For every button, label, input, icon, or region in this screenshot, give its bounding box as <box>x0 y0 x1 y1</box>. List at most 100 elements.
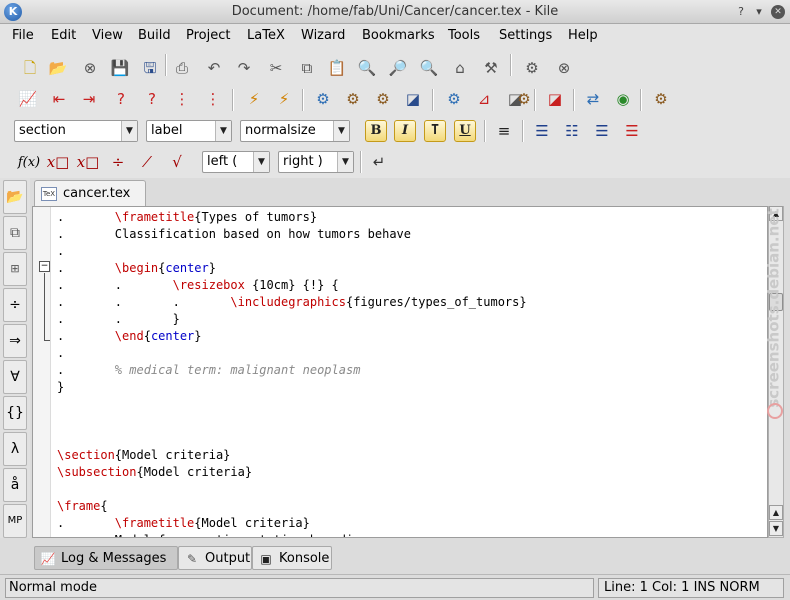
undo-icon[interactable]: ↶ <box>203 57 225 79</box>
right-delimiter-combo[interactable]: right ) ▼ <box>278 151 354 173</box>
open-files-icon[interactable]: ⧉ <box>3 216 27 250</box>
newline-icon[interactable]: ↵ <box>368 151 390 173</box>
ps-icon[interactable]: ⚙ <box>443 88 465 110</box>
paste-icon[interactable]: 📋 <box>326 57 348 79</box>
code-line[interactable]: . Model for somatic mutation breeding ca… <box>57 532 527 537</box>
view-dvi-icon[interactable]: ◪ <box>402 88 424 110</box>
code-line[interactable]: \subsection{Model criteria} <box>57 464 527 481</box>
tools-icon[interactable]: ⚒ <box>480 57 502 79</box>
chart-icon[interactable]: 📈 <box>17 88 39 110</box>
open-file-icon[interactable]: 📂 <box>47 57 69 79</box>
code-line[interactable]: . . \resizebox {10cm} {!} { <box>57 277 527 294</box>
structure-icon[interactable]: ⌂ <box>449 57 471 79</box>
code-line[interactable]: . <box>57 345 527 362</box>
menu-bookmarks[interactable]: Bookmarks <box>362 28 435 43</box>
convert-icon[interactable]: ⚙ <box>513 88 535 110</box>
item-icon[interactable]: ☰ <box>621 120 643 142</box>
menu-file[interactable]: File <box>12 28 34 43</box>
bold-button[interactable]: B <box>365 120 387 142</box>
scroll-down-icon[interactable]: ▼ <box>769 521 783 536</box>
latex-icon[interactable]: ⚙ <box>312 88 334 110</box>
section-combo[interactable]: section ▼ <box>14 120 138 142</box>
special-chars-icon[interactable]: å <box>3 468 27 502</box>
code-line[interactable] <box>57 396 527 413</box>
dvi-icon[interactable]: ⚙ <box>372 88 394 110</box>
close-window-button[interactable]: ✕ <box>771 5 785 19</box>
metapost-icon[interactable]: MP <box>3 504 27 538</box>
next-badbox-icon[interactable]: ⋮ <box>202 88 224 110</box>
code-line[interactable]: } <box>57 379 527 396</box>
tab-konsole[interactable]: ▣ Konsole <box>252 546 332 570</box>
code-line[interactable]: . \begin{center} <box>57 260 527 277</box>
cut-icon[interactable]: ✂ <box>265 57 287 79</box>
editor-scrollbar[interactable]: ▲ ▲ ▼ <box>768 206 784 538</box>
superscript-icon[interactable]: x□ <box>47 151 70 173</box>
arrows-icon[interactable]: ⇒ <box>3 324 27 358</box>
menu-latex[interactable]: LaTeX <box>247 28 285 43</box>
next-warning-icon[interactable]: ? <box>141 88 163 110</box>
fold-toggle-icon[interactable]: − <box>39 261 50 272</box>
code-line[interactable]: . \frametitle{Types of tumors} <box>57 209 527 226</box>
code-line[interactable]: . \frametitle{Model criteria} <box>57 515 527 532</box>
menu-settings[interactable]: Settings <box>499 28 552 43</box>
file-browser-icon[interactable]: 📂 <box>3 180 27 214</box>
size-combo[interactable]: normalsize ▼ <box>240 120 350 142</box>
tab-log-messages[interactable]: 📈 Log & Messages <box>34 546 178 570</box>
scroll-up-icon[interactable]: ▲ <box>769 206 783 221</box>
previous-warning-icon[interactable]: ? <box>110 88 132 110</box>
menu-help[interactable]: Help <box>568 28 598 43</box>
help-window-button[interactable]: ? <box>734 5 748 19</box>
align-center-icon[interactable]: ≡ <box>493 120 515 142</box>
code-line[interactable]: . . . \includegraphics{figures/types_of_… <box>57 294 527 311</box>
description-icon[interactable]: ☰ <box>591 120 613 142</box>
code-text[interactable]: . \frametitle{Types of tumors}. Classifi… <box>57 209 527 537</box>
menu-project[interactable]: Project <box>186 28 230 43</box>
next-error-icon[interactable]: ⇥ <box>78 88 100 110</box>
pdflatex-icon[interactable]: ⚙ <box>342 88 364 110</box>
quickbuild-icon[interactable]: ⚡ <box>243 88 265 110</box>
typewriter-button[interactable]: T <box>424 120 446 142</box>
previous-error-icon[interactable]: ⇤ <box>48 88 70 110</box>
scroll-thumb[interactable] <box>769 293 783 311</box>
menu-tools[interactable]: Tools <box>448 28 480 43</box>
compile-icon[interactable]: ⚙ <box>521 57 543 79</box>
watch-icon[interactable]: ⚡ <box>273 88 295 110</box>
close-file-icon[interactable]: ⊗ <box>79 57 101 79</box>
fraction-icon[interactable]: ÷ <box>107 151 129 173</box>
forward-search-icon[interactable]: ⇄ <box>582 88 604 110</box>
copy-icon[interactable]: ⧉ <box>296 57 318 79</box>
menu-build[interactable]: Build <box>138 28 171 43</box>
minimize-window-button[interactable]: ▾ <box>752 5 766 19</box>
subscript-icon[interactable]: x□ <box>77 151 100 173</box>
code-line[interactable] <box>57 430 527 447</box>
new-file-icon[interactable]: 🗋 <box>19 57 41 79</box>
code-line[interactable]: . <box>57 243 527 260</box>
replace-icon[interactable]: 🔍 <box>418 57 440 79</box>
delimiters-icon[interactable]: {} <box>3 396 27 430</box>
code-line[interactable]: \frame{ <box>57 498 527 515</box>
left-delimiter-combo[interactable]: left ( ▼ <box>202 151 270 173</box>
web-icon[interactable]: ◉ <box>612 88 634 110</box>
enumerate-icon[interactable]: ☷ <box>561 120 583 142</box>
pdf-view-icon[interactable]: ◪ <box>544 88 566 110</box>
itemize-icon[interactable]: ☰ <box>531 120 553 142</box>
menu-edit[interactable]: Edit <box>51 28 76 43</box>
pdf-icon[interactable]: ⊿ <box>473 88 495 110</box>
code-line[interactable] <box>57 481 527 498</box>
sqrt-icon[interactable]: √ <box>166 151 188 173</box>
previous-badbox-icon[interactable]: ⋮ <box>171 88 193 110</box>
function-button[interactable]: f(x) <box>16 151 42 173</box>
tab-cancer-tex[interactable]: TeX cancer.tex <box>34 180 146 206</box>
scroll-up-icon[interactable]: ▲ <box>769 505 783 520</box>
tab-output[interactable]: ✎ Output <box>178 546 252 570</box>
stop-icon[interactable]: ⊗ <box>553 57 575 79</box>
code-line[interactable] <box>57 413 527 430</box>
greek-icon[interactable]: λ <box>3 432 27 466</box>
find-next-icon[interactable]: 🔎 <box>387 57 409 79</box>
menu-wizard[interactable]: Wizard <box>301 28 345 43</box>
save-all-icon[interactable]: 🖫 <box>139 57 161 79</box>
save-icon[interactable]: 💾 <box>109 57 131 79</box>
italic-button[interactable]: I <box>394 120 416 142</box>
relations-icon[interactable]: ∀ <box>3 360 27 394</box>
redo-icon[interactable]: ↷ <box>233 57 255 79</box>
